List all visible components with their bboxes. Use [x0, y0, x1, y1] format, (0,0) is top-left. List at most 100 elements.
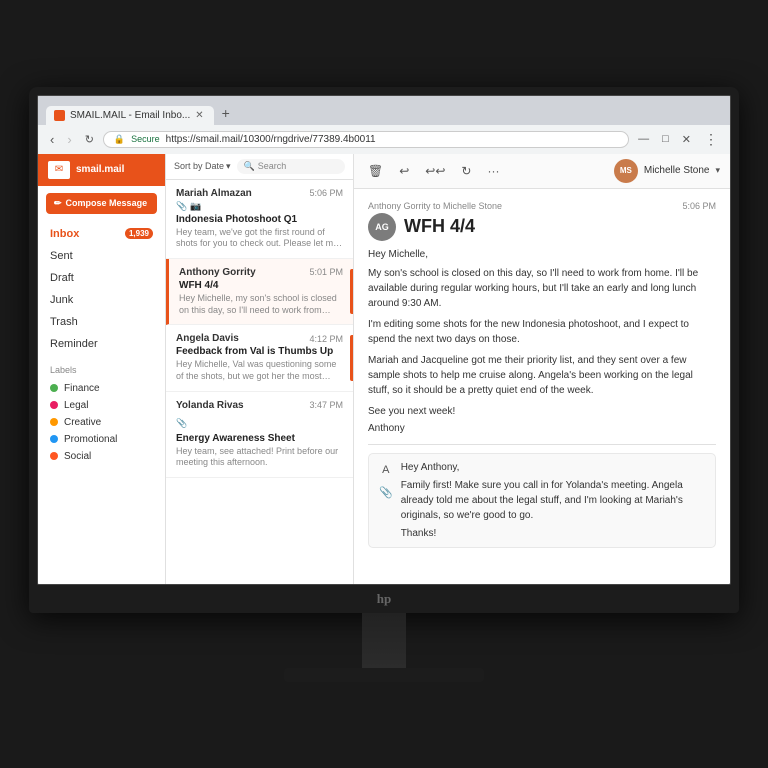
finance-label: Finance: [64, 383, 100, 394]
email-2-priority-bar: [350, 269, 353, 314]
divider: [368, 444, 716, 445]
monitor-body: SMAIL.MAIL - Email Inbo... ✕ + ‹ › ↻ 🔒 S…: [29, 87, 739, 613]
email-item-3[interactable]: Angela Davis 4:12 PM Feedback from Val i…: [166, 325, 353, 391]
label-promotional[interactable]: Promotional: [50, 431, 153, 448]
reply-section: A 📎 Hey Anthony, Family first! Make sure…: [368, 453, 716, 548]
email-4-time: 3:47 PM: [309, 400, 343, 410]
reply-icons-column: A 📎: [379, 462, 393, 499]
inbox-badge: 1,939: [125, 228, 153, 239]
delete-icon[interactable]: 🗑: [364, 162, 387, 180]
social-label: Social: [64, 451, 91, 462]
user-name: Michelle Stone: [644, 165, 710, 176]
search-bar[interactable]: 🔍 Search: [237, 159, 345, 174]
undo-icon[interactable]: ↩: [395, 162, 413, 180]
tab-favicon: [54, 110, 65, 121]
sidebar-item-reminder[interactable]: Reminder: [38, 333, 165, 355]
draft-label: Draft: [50, 272, 74, 284]
sidebar-item-junk[interactable]: Junk: [38, 289, 165, 311]
email-4-subject: Energy Awareness Sheet: [176, 433, 343, 444]
labels-section: Labels Finance Legal Creative: [38, 357, 165, 469]
email-body-p2: I'm editing some shots for the new Indon…: [368, 317, 716, 347]
email-item-1[interactable]: Mariah Almazan 5:06 PM 📎 📷 Indonesia Pho…: [166, 180, 353, 259]
email-3-priority-bar: [350, 335, 353, 380]
email-2-subject: WFH 4/4: [179, 280, 343, 291]
forward-icon[interactable]: ↻: [457, 162, 475, 180]
tab-title: SMAIL.MAIL - Email Inbo...: [70, 110, 190, 121]
tab-bar: SMAIL.MAIL - Email Inbo... ✕ +: [38, 96, 730, 125]
user-chevron-icon: ▾: [715, 165, 720, 176]
email-2-time: 5:01 PM: [309, 267, 343, 277]
forward-button[interactable]: ›: [63, 130, 75, 149]
secure-icon: 🔒: [114, 134, 125, 145]
email-subject: WFH 4/4: [404, 216, 475, 237]
email-1-subject: Indonesia Photoshoot Q1: [176, 214, 343, 225]
labels-title: Labels: [50, 365, 153, 375]
tab-close-icon[interactable]: ✕: [195, 110, 203, 121]
email-1-time: 5:06 PM: [309, 188, 343, 198]
url-bar[interactable]: 🔒 Secure https://smail.mail/10300/rngdri…: [103, 131, 629, 148]
email-3-subject: Feedback from Val is Thumbs Up: [176, 346, 343, 357]
sort-button[interactable]: Sort by Date ▾: [174, 161, 231, 172]
more-options-icon[interactable]: ···: [483, 162, 503, 180]
creative-dot: [50, 418, 58, 426]
back-button[interactable]: ‹: [46, 130, 58, 149]
sidebar-item-draft[interactable]: Draft: [38, 267, 165, 289]
label-social[interactable]: Social: [50, 448, 153, 465]
label-legal[interactable]: Legal: [50, 397, 153, 414]
promotional-label: Promotional: [64, 434, 117, 445]
browser-tab-email[interactable]: SMAIL.MAIL - Email Inbo... ✕: [46, 106, 214, 125]
sidebar-logo: ✉ smail.mail: [38, 154, 165, 186]
window-maximize[interactable]: □: [658, 131, 673, 147]
logo-text: smail.mail: [76, 164, 124, 175]
user-avatar: MS: [614, 159, 638, 183]
social-dot: [50, 452, 58, 460]
sort-label: Sort by Date: [174, 161, 224, 171]
email-list-header: Sort by Date ▾ 🔍 Search: [166, 154, 353, 180]
browser-menu-icon[interactable]: ⋮: [700, 129, 722, 150]
window-minimize[interactable]: —: [634, 131, 653, 147]
email-1-photo-icon: 📷: [190, 201, 201, 212]
monitor-stand-base: [284, 668, 484, 682]
reply-attachment-icon: 📎: [379, 486, 393, 499]
creative-label: Creative: [64, 417, 101, 428]
sent-label: Sent: [50, 250, 73, 262]
email-2-sender: Anthony Gorrity: [179, 267, 256, 278]
search-icon: 🔍: [244, 161, 255, 172]
reply-all-icon[interactable]: ↩↩: [421, 162, 449, 180]
email-4-attachment-icon: 📎: [176, 418, 187, 428]
email-list: Sort by Date ▾ 🔍 Search Mariah Almazan 5…: [166, 154, 354, 584]
user-info[interactable]: MS Michelle Stone ▾: [614, 159, 720, 183]
email-body-p5: Anthony: [368, 423, 716, 434]
email-item-2[interactable]: Anthony Gorrity 5:01 PM WFH 4/4 Hey Mich…: [166, 259, 353, 325]
email-right-panel: 🗑 ↩ ↩↩ ↻ ··· MS Michelle Stone ▾: [354, 154, 730, 584]
email-item-4[interactable]: Yolanda Rivas 3:47 PM 📎 Energy Awareness…: [166, 392, 353, 478]
compose-button[interactable]: ✏ Compose Message: [46, 193, 157, 214]
reply-p1: Family first! Make sure you call in for …: [401, 478, 705, 523]
email-body-p0: Hey Michelle,: [368, 249, 716, 260]
legal-label: Legal: [64, 400, 88, 411]
email-3-preview: Hey Michelle, Val was questioning some o…: [176, 359, 343, 382]
url-text: https://smail.mail/10300/rngdrive/77389.…: [166, 134, 376, 145]
reply-p2: Thanks!: [401, 528, 705, 539]
email-body-p1: My son's school is closed on this day, s…: [368, 266, 716, 311]
search-placeholder: Search: [258, 161, 287, 171]
compose-pencil-icon: ✏: [54, 198, 62, 209]
window-close[interactable]: ✕: [678, 131, 695, 148]
email-detail-body: Anthony Gorrity to Michelle Stone 5:06 P…: [354, 189, 730, 584]
monitor-stand-neck: [362, 613, 406, 668]
email-detail-time: 5:06 PM: [682, 201, 716, 211]
sidebar-item-inbox[interactable]: Inbox 1,939: [38, 223, 165, 245]
sender-avatar: AG: [368, 213, 396, 241]
compose-label: Compose Message: [66, 198, 148, 208]
email-1-sender: Mariah Almazan: [176, 188, 252, 199]
browser-chrome: SMAIL.MAIL - Email Inbo... ✕ + ‹ › ↻ 🔒 S…: [38, 96, 730, 154]
label-creative[interactable]: Creative: [50, 414, 153, 431]
inbox-label: Inbox: [50, 228, 79, 240]
refresh-button[interactable]: ↻: [81, 131, 98, 148]
promotional-dot: [50, 435, 58, 443]
screen: SMAIL.MAIL - Email Inbo... ✕ + ‹ › ↻ 🔒 S…: [37, 95, 731, 585]
sidebar-item-sent[interactable]: Sent: [38, 245, 165, 267]
sidebar-item-trash[interactable]: Trash: [38, 311, 165, 333]
new-tab-button[interactable]: +: [214, 101, 238, 125]
label-finance[interactable]: Finance: [50, 380, 153, 397]
